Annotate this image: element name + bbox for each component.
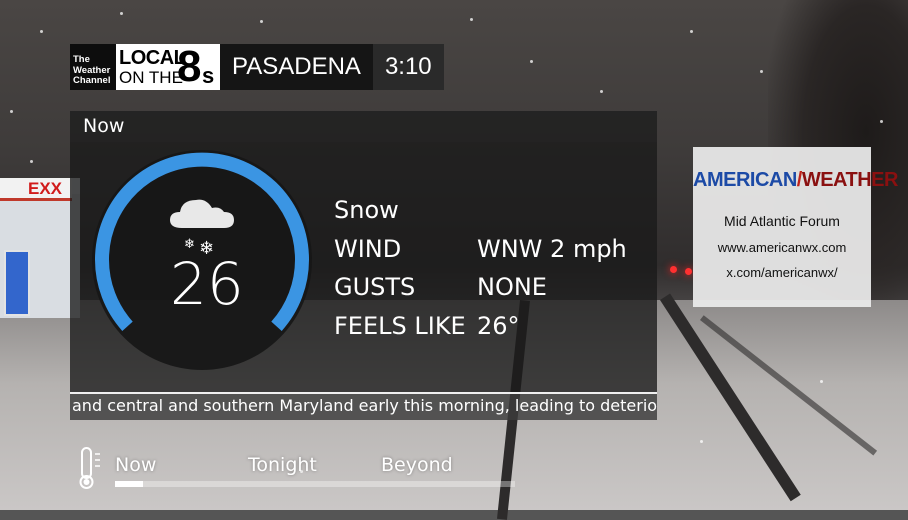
wind-label: WIND (334, 234, 402, 263)
tab-active-indicator (115, 481, 143, 487)
city-name: PASADENA (232, 53, 361, 80)
ad-line-forum: Mid Atlantic Forum (724, 213, 840, 229)
feels-like-value: 26° (477, 311, 520, 340)
american-weather-ad[interactable]: AMERICAN/WEATHER Mid Atlantic Forum www.… (693, 147, 898, 307)
feels-like-row: FEELS LIKE 26° (334, 307, 627, 346)
gas-station-sign: EXX (0, 178, 72, 201)
traffic-light (685, 268, 692, 275)
news-ticker: and central and southern Maryland early … (70, 392, 657, 420)
gusts-label: GUSTS (334, 273, 416, 301)
wind-value: WNW 2 mph (477, 234, 627, 263)
gas-pump (4, 250, 30, 316)
current-conditions-panel: ❄ ❄ 26 Snow WIND WNW 2 mph GUSTS NONE FE… (70, 142, 657, 392)
weather-channel-logo: The Weather Channel (70, 44, 116, 90)
current-temperature: 26 (170, 250, 244, 318)
ad-line-website: www.americanwx.com (717, 240, 847, 255)
header-bar: The Weather Channel LOCAL ON THE 8 s PAS… (70, 42, 444, 91)
clock: 3:10 (372, 44, 444, 90)
local-on-the-8s-logo: LOCAL ON THE 8 s (116, 42, 220, 91)
traffic-light (670, 266, 677, 273)
gusts-row: GUSTS NONE (334, 268, 627, 307)
condition-text: Snow (334, 196, 399, 224)
thermometer-icon (79, 447, 100, 489)
tab-tonight[interactable]: Tonight (248, 454, 317, 476)
ad-line-social: x.com/americanwx/ (726, 265, 838, 280)
ad-brand: AMERICAN/WEATHER (693, 169, 898, 191)
location-box: PASADENA (220, 44, 373, 90)
gusts-value: NONE (477, 273, 547, 301)
feels-like-label: FEELS LIKE (334, 311, 466, 340)
tab-track (115, 481, 515, 487)
section-title: Now (70, 111, 657, 142)
wind-row: WIND WNW 2 mph (334, 230, 627, 269)
conditions-list: Snow WIND WNW 2 mph GUSTS NONE FEELS LIK… (334, 191, 627, 345)
tab-now[interactable]: Now (115, 454, 156, 476)
ticker-text: and central and southern Maryland early … (72, 396, 657, 415)
tab-beyond[interactable]: Beyond (381, 454, 453, 476)
